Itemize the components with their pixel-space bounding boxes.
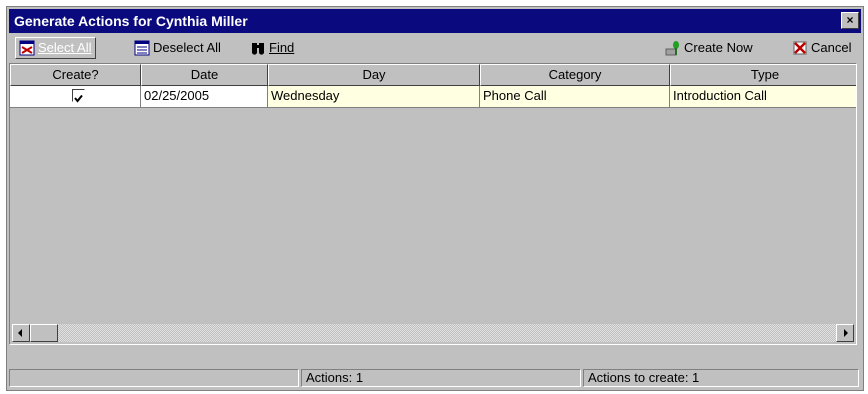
create-now-label: Create Now (684, 40, 753, 55)
close-icon: × (846, 13, 854, 27)
scroll-right-icon (844, 329, 848, 337)
column-header-type[interactable]: Type (670, 64, 856, 86)
create-now-button[interactable]: Create Now (662, 37, 757, 59)
actions-grid: Create? Date Day Category Type 02/25/200… (9, 63, 857, 345)
scroll-left-icon (18, 329, 22, 337)
column-header-category[interactable]: Category (480, 64, 670, 86)
day-cell[interactable]: Wednesday (268, 86, 480, 108)
select-all-icon (19, 40, 35, 56)
deselect-all-icon (134, 40, 150, 56)
type-cell[interactable]: Introduction Call (670, 86, 856, 108)
binoculars-icon (250, 40, 266, 56)
find-label: Find (269, 40, 295, 55)
find-button[interactable]: Find (247, 37, 298, 59)
column-header-create[interactable]: Create? (10, 64, 141, 86)
status-bar: Actions: 1 Actions to create: 1 (9, 368, 861, 388)
close-button[interactable]: × (841, 12, 859, 29)
status-pane-empty (9, 369, 299, 387)
horizontal-scrollbar[interactable] (12, 324, 854, 342)
create-checkbox[interactable] (72, 89, 85, 103)
select-all-button[interactable]: Select All (15, 37, 97, 59)
scroll-right-button[interactable] (836, 324, 854, 342)
create-now-icon (665, 40, 681, 56)
window-title: Generate Actions for Cynthia Miller (14, 13, 248, 29)
cancel-label: Cancel (811, 40, 852, 55)
scroll-track[interactable] (30, 324, 836, 342)
select-all-label: Select All (38, 40, 92, 55)
create-cell (10, 86, 141, 108)
cancel-button[interactable]: Cancel (789, 37, 855, 59)
deselect-all-button[interactable]: Deselect All (131, 37, 225, 59)
cancel-icon (792, 40, 808, 56)
scroll-thumb[interactable] (30, 324, 58, 342)
toolbar: Select All Deselect All Find Create Now … (9, 35, 861, 61)
column-header-day[interactable]: Day (268, 64, 480, 86)
column-header-date[interactable]: Date (141, 64, 268, 86)
category-cell[interactable]: Phone Call (480, 86, 670, 108)
status-actions-to-create: Actions to create: 1 (583, 369, 859, 387)
scroll-left-button[interactable] (12, 324, 30, 342)
deselect-all-label: Deselect All (153, 40, 221, 55)
dialog-window: Generate Actions for Cynthia Miller × Se… (6, 6, 864, 391)
title-bar: Generate Actions for Cynthia Miller × (9, 9, 861, 33)
checkbox-checked-icon (74, 94, 83, 103)
status-actions: Actions: 1 (301, 369, 581, 387)
date-cell[interactable]: 02/25/2005 (141, 86, 268, 108)
